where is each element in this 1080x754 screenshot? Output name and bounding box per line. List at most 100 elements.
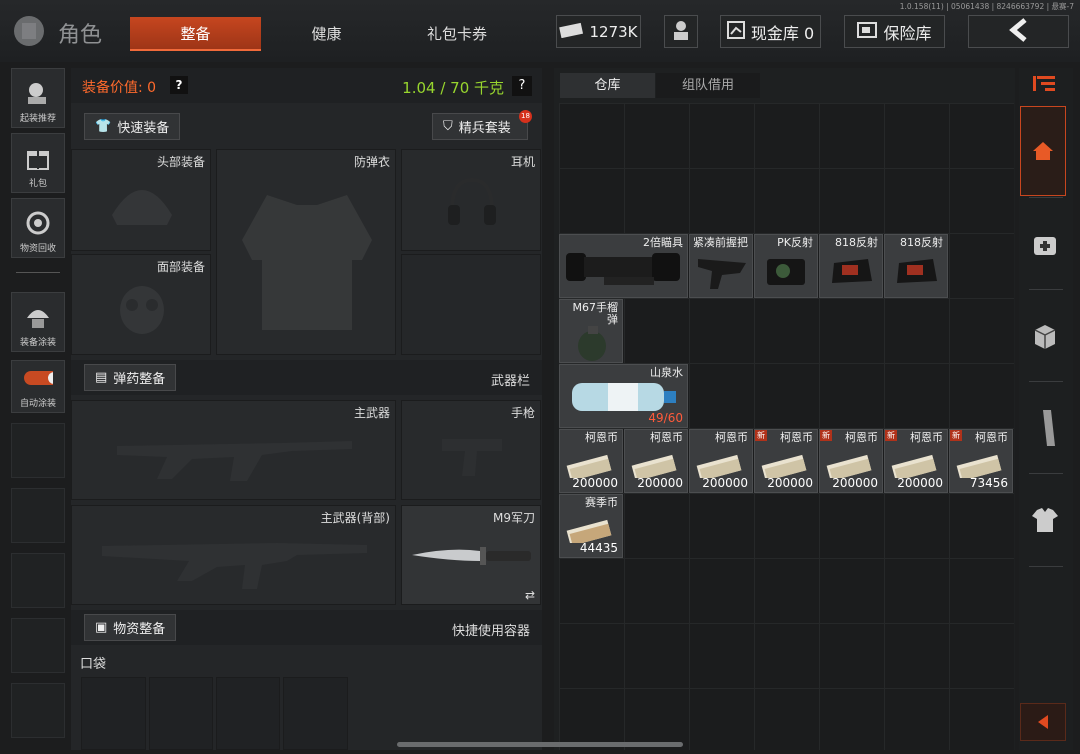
pocket-slot[interactable]	[283, 677, 348, 750]
sidebar-empty-slot	[11, 488, 65, 543]
auto-skin-toggle[interactable]: 自动涂装	[11, 360, 65, 413]
inventory-item-818-sight[interactable]: 818反射	[819, 234, 883, 298]
recycle-button[interactable]: 物资回收	[11, 198, 65, 258]
ammo-icon: ▤	[95, 370, 108, 385]
inventory-item-coin[interactable]: 新 柯恩币 200000	[754, 429, 818, 493]
inventory-item-coin[interactable]: 柯恩币 200000	[689, 429, 753, 493]
sidebar-divider	[16, 272, 60, 273]
filter-all-button[interactable]	[1020, 106, 1066, 196]
quick-equip-button[interactable]: 👕 快速装备	[84, 113, 181, 140]
filter-supplies-button[interactable]	[1031, 322, 1059, 350]
cash-stack-icon	[891, 454, 937, 478]
armor-slot[interactable]: 防弹衣	[216, 149, 396, 355]
grip-icon	[698, 259, 746, 289]
inventory-item-coin[interactable]: 柯恩币 200000	[559, 429, 623, 493]
sidebar-empty-slot	[11, 683, 65, 738]
filter-ammo-button[interactable]	[1035, 408, 1057, 448]
headset-silhouette-icon	[448, 177, 496, 225]
vest-silhouette-icon	[242, 195, 372, 330]
pocket-slot[interactable]	[149, 677, 213, 750]
tab-equip[interactable]: 整备	[130, 17, 261, 51]
tab-team-borrow[interactable]: 组队借用	[656, 73, 760, 98]
sidebar-divider	[1029, 197, 1063, 198]
gift-icon	[23, 144, 53, 172]
collapse-sidebar-button[interactable]	[1020, 703, 1066, 741]
cash-stack-icon	[566, 519, 612, 543]
gasmask-silhouette-icon	[120, 286, 164, 334]
headset-slot[interactable]: 耳机	[401, 149, 541, 251]
inventory-item-season-coin[interactable]: 赛季币 44435	[559, 494, 623, 558]
inventory-item-scope[interactable]: 2倍瞄具	[559, 234, 688, 298]
primary-weapon-slot[interactable]: 主武器	[71, 400, 396, 500]
extra-slot[interactable]	[401, 254, 541, 355]
rifle-back-silhouette-icon	[102, 543, 367, 589]
scope-icon	[566, 253, 680, 285]
sidebar-empty-slot	[11, 553, 65, 608]
helmet-icon	[23, 303, 53, 331]
vault-icon	[726, 20, 745, 43]
currency-display[interactable]: 1273K	[556, 15, 641, 48]
tab-storage[interactable]: 仓库	[560, 73, 655, 98]
ammo-button[interactable]: ▤ 弹药整备	[84, 364, 177, 391]
elite-set-button[interactable]: ⛉ 精兵套装	[432, 113, 528, 140]
new-tag: 新	[885, 430, 897, 441]
inventory-item-pk-sight[interactable]: PK反射	[754, 234, 818, 298]
filter-clothing-button[interactable]	[1031, 506, 1059, 534]
pocket-slot[interactable]	[81, 677, 146, 750]
head-slot[interactable]: 头部装备	[71, 149, 211, 251]
box-icon	[1034, 325, 1056, 349]
vault-button[interactable]: 现金库 0	[720, 15, 821, 48]
operator-icon	[670, 19, 692, 45]
shield-icon: ⛉	[443, 119, 453, 134]
insurance-button[interactable]: 保险库	[844, 15, 945, 48]
shirt-icon: 👕	[95, 119, 112, 134]
reflex-sight-icon	[767, 259, 805, 285]
helmet-silhouette-icon	[112, 190, 172, 225]
cash-stack-icon	[696, 454, 742, 478]
inventory-item-coin[interactable]: 新 柯恩币 73456	[949, 429, 1013, 493]
operator-button[interactable]	[664, 15, 698, 48]
arrow-left-icon	[1038, 715, 1048, 729]
skin-button[interactable]: 装备涂装	[11, 292, 65, 352]
sidebar-divider	[1029, 381, 1063, 382]
inventory-item-coin[interactable]: 新 柯恩币 200000	[819, 429, 883, 493]
rifle-silhouette-icon	[117, 441, 352, 481]
pistol-slot[interactable]: 手枪	[401, 400, 541, 500]
back-arrow-icon	[1008, 17, 1029, 46]
cash-stack-icon	[826, 454, 872, 478]
inventory-item-grenade[interactable]: M67手榴弹	[559, 299, 623, 363]
inventory-item-coin[interactable]: 新 柯恩币 200000	[884, 429, 948, 493]
tab-health[interactable]: 健康	[261, 17, 392, 51]
grenade-icon	[578, 326, 606, 361]
safe-icon	[857, 21, 878, 42]
inventory-item-grip[interactable]: 紧凑前握把	[689, 234, 753, 298]
sidebar-empty-slot	[11, 618, 65, 673]
cash-stack-icon	[956, 454, 1002, 478]
primary-back-slot[interactable]: 主武器(背部)	[71, 505, 396, 605]
cash-icon	[559, 22, 584, 42]
gift-button[interactable]: 礼包	[11, 133, 65, 193]
face-slot[interactable]: 面部装备	[71, 254, 211, 355]
equip-value-label: 装备价值: 0	[82, 80, 157, 96]
tab-gifts[interactable]: 礼包卡券	[392, 17, 522, 51]
weapons-header: 武器栏	[490, 374, 530, 389]
help-icon[interactable]: ?	[170, 76, 188, 94]
magazine-icon	[1043, 410, 1055, 446]
weight-expand-icon[interactable]: ?	[512, 76, 532, 96]
swap-icon[interactable]: ⇄	[525, 588, 535, 602]
sort-icon[interactable]	[1031, 73, 1059, 95]
inventory-item-818-sight[interactable]: 818反射	[884, 234, 948, 298]
cash-stack-icon	[631, 454, 677, 478]
loadout-recommend-button[interactable]: 起装推荐	[11, 68, 65, 128]
inventory-item-water[interactable]: 山泉水 49/60	[559, 364, 688, 428]
sidebar-empty-slot	[11, 423, 65, 478]
knife-slot[interactable]: M9军刀 ⇄	[401, 505, 541, 605]
pocket-label: 口袋	[80, 657, 107, 672]
pocket-slot[interactable]	[216, 677, 280, 750]
inventory-item-coin[interactable]: 柯恩币 200000	[624, 429, 688, 493]
back-button[interactable]	[968, 15, 1069, 48]
filter-medical-button[interactable]	[1031, 230, 1059, 258]
home-indicator	[397, 742, 683, 747]
supply-button[interactable]: ▣ 物资整备	[84, 614, 177, 641]
page-title: 角色	[58, 23, 103, 48]
